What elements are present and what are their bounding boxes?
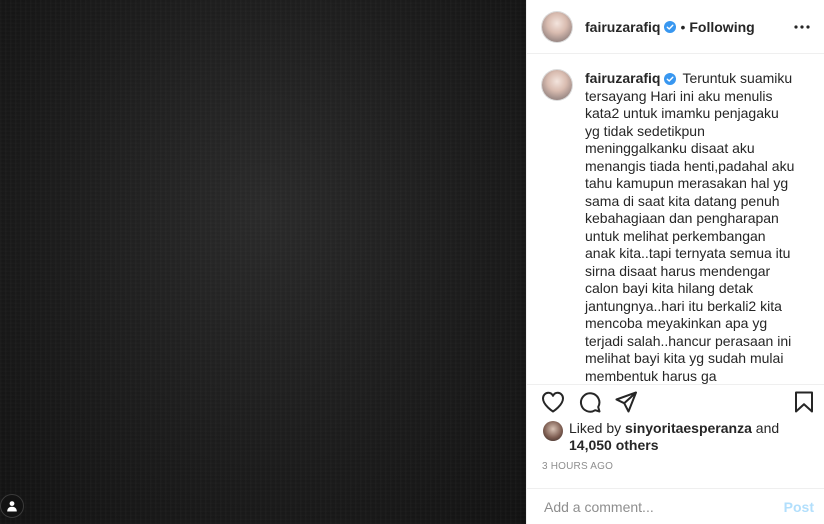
- post-details-panel: fairuzarafiq • Following fairuzarafiq Te…: [526, 0, 824, 524]
- header-separator: •: [680, 18, 686, 35]
- liker-avatar[interactable]: [543, 421, 563, 441]
- save-button[interactable]: [794, 391, 814, 413]
- author-username[interactable]: fairuzarafiq: [585, 19, 660, 35]
- likes-others-link[interactable]: 14,050 others: [569, 437, 659, 453]
- post-header: fairuzarafiq • Following: [527, 0, 824, 54]
- share-button[interactable]: [615, 391, 637, 413]
- action-bar: [527, 385, 824, 419]
- comment-button[interactable]: [579, 391, 601, 413]
- likes-text: Liked by sinyoritaesperanza and 14,050 o…: [569, 420, 810, 454]
- caption-body: fairuzarafiq Teruntuk suamiku tersayang …: [585, 70, 795, 384]
- post-comment-button[interactable]: Post: [784, 499, 814, 515]
- comments-section[interactable]: fairuzarafiq Teruntuk suamiku tersayang …: [527, 54, 824, 384]
- verified-badge-icon: [664, 73, 677, 85]
- liker-username[interactable]: sinyoritaesperanza: [625, 420, 752, 436]
- caption-username[interactable]: fairuzarafiq: [585, 70, 660, 86]
- more-options-button[interactable]: [794, 24, 810, 29]
- more-options-icon: [794, 24, 810, 29]
- user-tag-icon: [7, 501, 17, 512]
- post-caption: fairuzarafiq Teruntuk suamiku tersayang …: [542, 70, 808, 384]
- verified-badge-icon: [664, 20, 677, 33]
- bookmark-icon: [795, 391, 813, 413]
- following-button[interactable]: Following: [689, 19, 754, 35]
- user-tag-button[interactable]: [0, 494, 24, 518]
- post-photo[interactable]: [0, 0, 526, 524]
- comment-icon: [579, 392, 601, 413]
- like-button[interactable]: [541, 391, 565, 413]
- caption-text: Teruntuk suamiku tersayang Hari ini aku …: [585, 70, 795, 384]
- add-comment-bar: Post: [527, 488, 824, 524]
- likes-summary: Liked by sinyoritaesperanza and 14,050 o…: [543, 420, 810, 454]
- likes-prefix: Liked by: [569, 420, 622, 436]
- author-avatar[interactable]: [542, 11, 572, 42]
- share-icon: [615, 391, 637, 413]
- likes-joiner: and: [755, 420, 780, 436]
- caption-author-avatar[interactable]: [542, 70, 572, 100]
- heart-icon: [542, 391, 564, 413]
- comment-input[interactable]: [542, 497, 784, 516]
- post-timestamp[interactable]: 3 HOURS AGO: [542, 461, 613, 472]
